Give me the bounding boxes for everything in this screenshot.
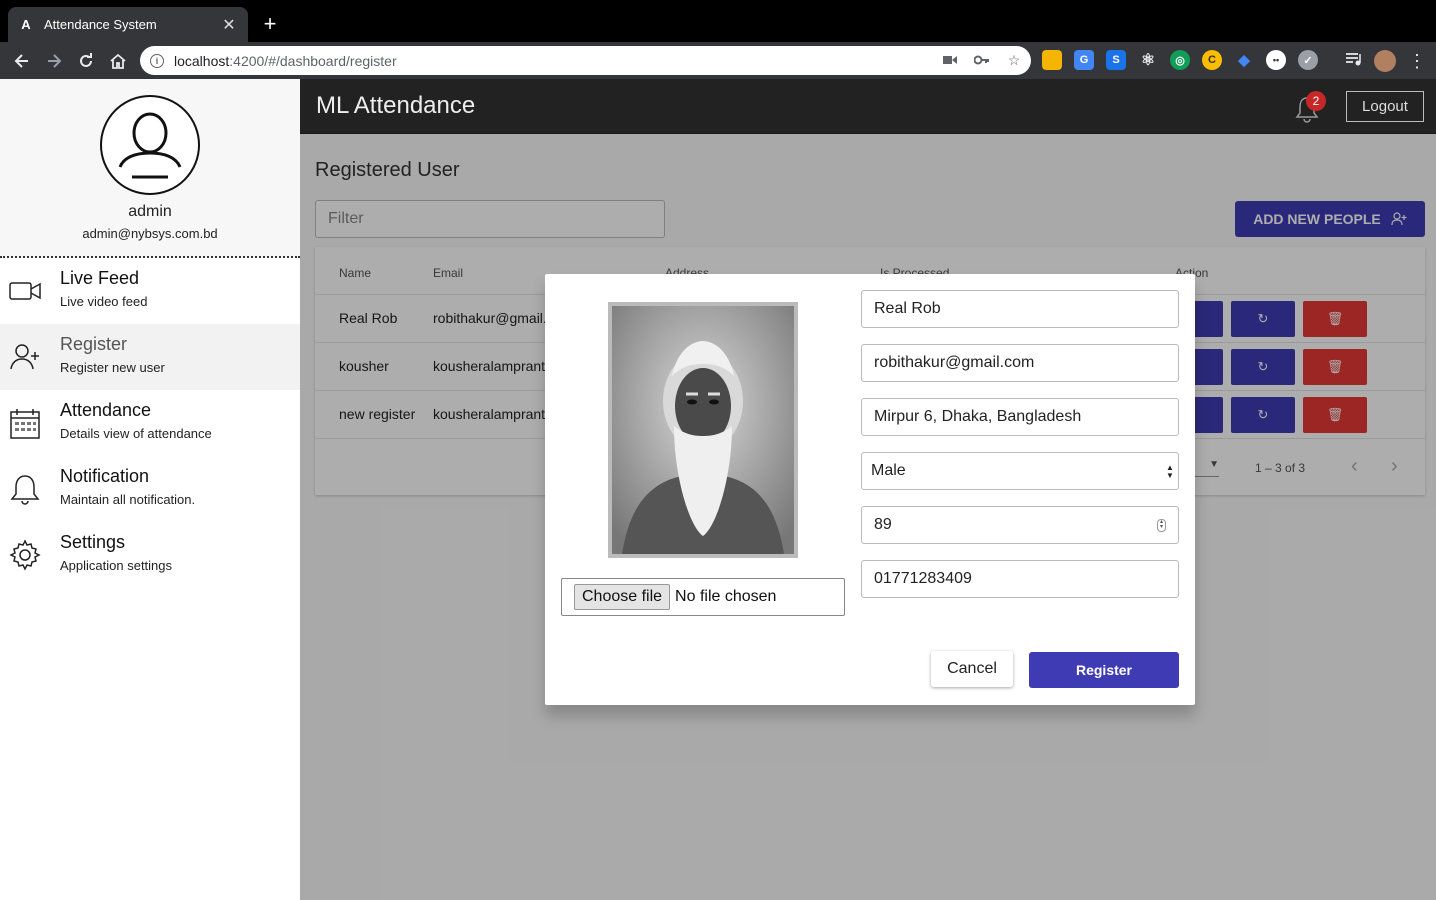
register-button[interactable]: Register [1029, 652, 1179, 688]
cancel-button[interactable]: Cancel [931, 651, 1013, 687]
reload-icon[interactable] [74, 49, 98, 73]
bookmark-star-icon[interactable]: ☆ [1005, 51, 1023, 69]
gender-select[interactable]: Male ▲ ▼ [861, 452, 1179, 490]
gender-value: Male [871, 462, 906, 479]
profile-avatar-icon[interactable] [1374, 50, 1396, 72]
camera-icon[interactable] [941, 51, 959, 69]
address-bar[interactable]: i localhost:4200/#/dashboard/register ☆ [140, 46, 1031, 75]
browser-menu-icon[interactable]: ⋮ [1408, 52, 1426, 70]
browser-tab-bar: A Attendance System ✕ + [0, 0, 1436, 42]
back-icon[interactable] [10, 49, 34, 73]
address-field[interactable]: Mirpur 6, Dhaka, Bangladesh [861, 398, 1179, 436]
translate-icon[interactable]: G [1074, 50, 1094, 70]
sidebar-item-register[interactable]: Register Register new user [0, 324, 300, 390]
extension-c-icon[interactable]: C [1202, 50, 1222, 70]
sidebar-item-notification[interactable]: Notification Maintain all notification. [0, 456, 300, 522]
sidebar-item-settings[interactable]: Settings Application settings [0, 522, 300, 588]
profile-panel: admin admin@nybsys.com.bd [0, 79, 300, 258]
calendar-icon [10, 409, 40, 439]
logout-button[interactable]: Logout [1346, 91, 1424, 122]
media-control-icon[interactable] [1346, 52, 1362, 71]
file-status: No file chosen [675, 588, 777, 605]
select-arrows-icon: ▲ ▼ [1166, 463, 1174, 480]
url-path: :4200/#/dashboard/register [229, 52, 397, 69]
angular-favicon-icon: A [21, 17, 31, 32]
sidebar-item-subtitle: Details view of attendance [60, 426, 212, 441]
new-tab-icon[interactable]: + [258, 12, 282, 36]
register-dialog: Choose file No file chosen Real Rob robi… [545, 274, 1195, 705]
react-devtools-icon[interactable]: ⚛ [1138, 50, 1158, 70]
sidebar-item-subtitle: Maintain all notification. [60, 492, 196, 507]
number-spinner-icon[interactable]: ▴ ▾ [1157, 519, 1166, 532]
name-field[interactable]: Real Rob [861, 290, 1179, 328]
sidebar-item-live-feed[interactable]: Live Feed Live video feed [0, 258, 300, 324]
gear-icon [9, 539, 41, 571]
add-user-icon [10, 344, 39, 370]
email-field[interactable]: robithakur@gmail.com [861, 344, 1179, 382]
extension-green-icon[interactable]: ◎ [1170, 50, 1190, 70]
app-title: ML Attendance [316, 92, 476, 119]
bell-icon [10, 475, 40, 505]
forward-icon[interactable] [42, 49, 66, 73]
choose-file-button[interactable]: Choose file [574, 584, 671, 610]
sidebar: admin admin@nybsys.com.bd Live Feed Live… [0, 79, 300, 900]
url-host: localhost [174, 52, 230, 69]
sidebar-item-attendance[interactable]: Attendance Details view of attendance [0, 390, 300, 456]
home-icon[interactable] [106, 49, 130, 73]
file-upload[interactable]: Choose file No file chosen [561, 578, 845, 616]
app-header: ML Attendance 2 Logout [300, 79, 1436, 134]
info-icon[interactable]: i [150, 53, 164, 68]
video-camera-icon [9, 282, 41, 300]
browser-tab[interactable]: A Attendance System ✕ [8, 7, 248, 42]
key-icon[interactable] [973, 51, 991, 69]
sidebar-item-title: Live Feed [60, 268, 140, 288]
user-email: admin@nybsys.com.bd [82, 226, 218, 241]
tab-title: Attendance System [44, 17, 157, 32]
extension-cap-icon[interactable]: ◆ [1234, 50, 1254, 70]
sidebar-item-subtitle: Live video feed [60, 294, 148, 309]
phone-field[interactable]: 01771283409 [861, 560, 1179, 598]
extension-dots-icon[interactable]: •• [1266, 50, 1286, 70]
sidebar-item-title: Settings [60, 532, 126, 552]
age-field[interactable]: 89 ▴ ▾ [861, 506, 1179, 544]
sidebar-item-title: Register [60, 334, 128, 354]
age-value: 89 [874, 516, 892, 533]
notification-badge: 2 [1306, 91, 1326, 111]
close-tab-icon[interactable]: ✕ [220, 15, 238, 35]
user-photo [608, 302, 798, 558]
extension-compass-icon[interactable]: ✓ [1298, 50, 1318, 70]
browser-toolbar: i localhost:4200/#/dashboard/register ☆ … [0, 42, 1436, 79]
extension-s-icon[interactable]: S [1106, 50, 1126, 70]
user-name: admin [128, 203, 172, 220]
sidebar-item-subtitle: Application settings [60, 558, 173, 573]
avatar-icon [100, 95, 200, 195]
sidebar-item-title: Attendance [60, 400, 152, 420]
sidebar-item-subtitle: Register new user [60, 360, 165, 375]
sidebar-item-title: Notification [60, 466, 150, 486]
extension-notes-icon[interactable] [1042, 50, 1062, 70]
